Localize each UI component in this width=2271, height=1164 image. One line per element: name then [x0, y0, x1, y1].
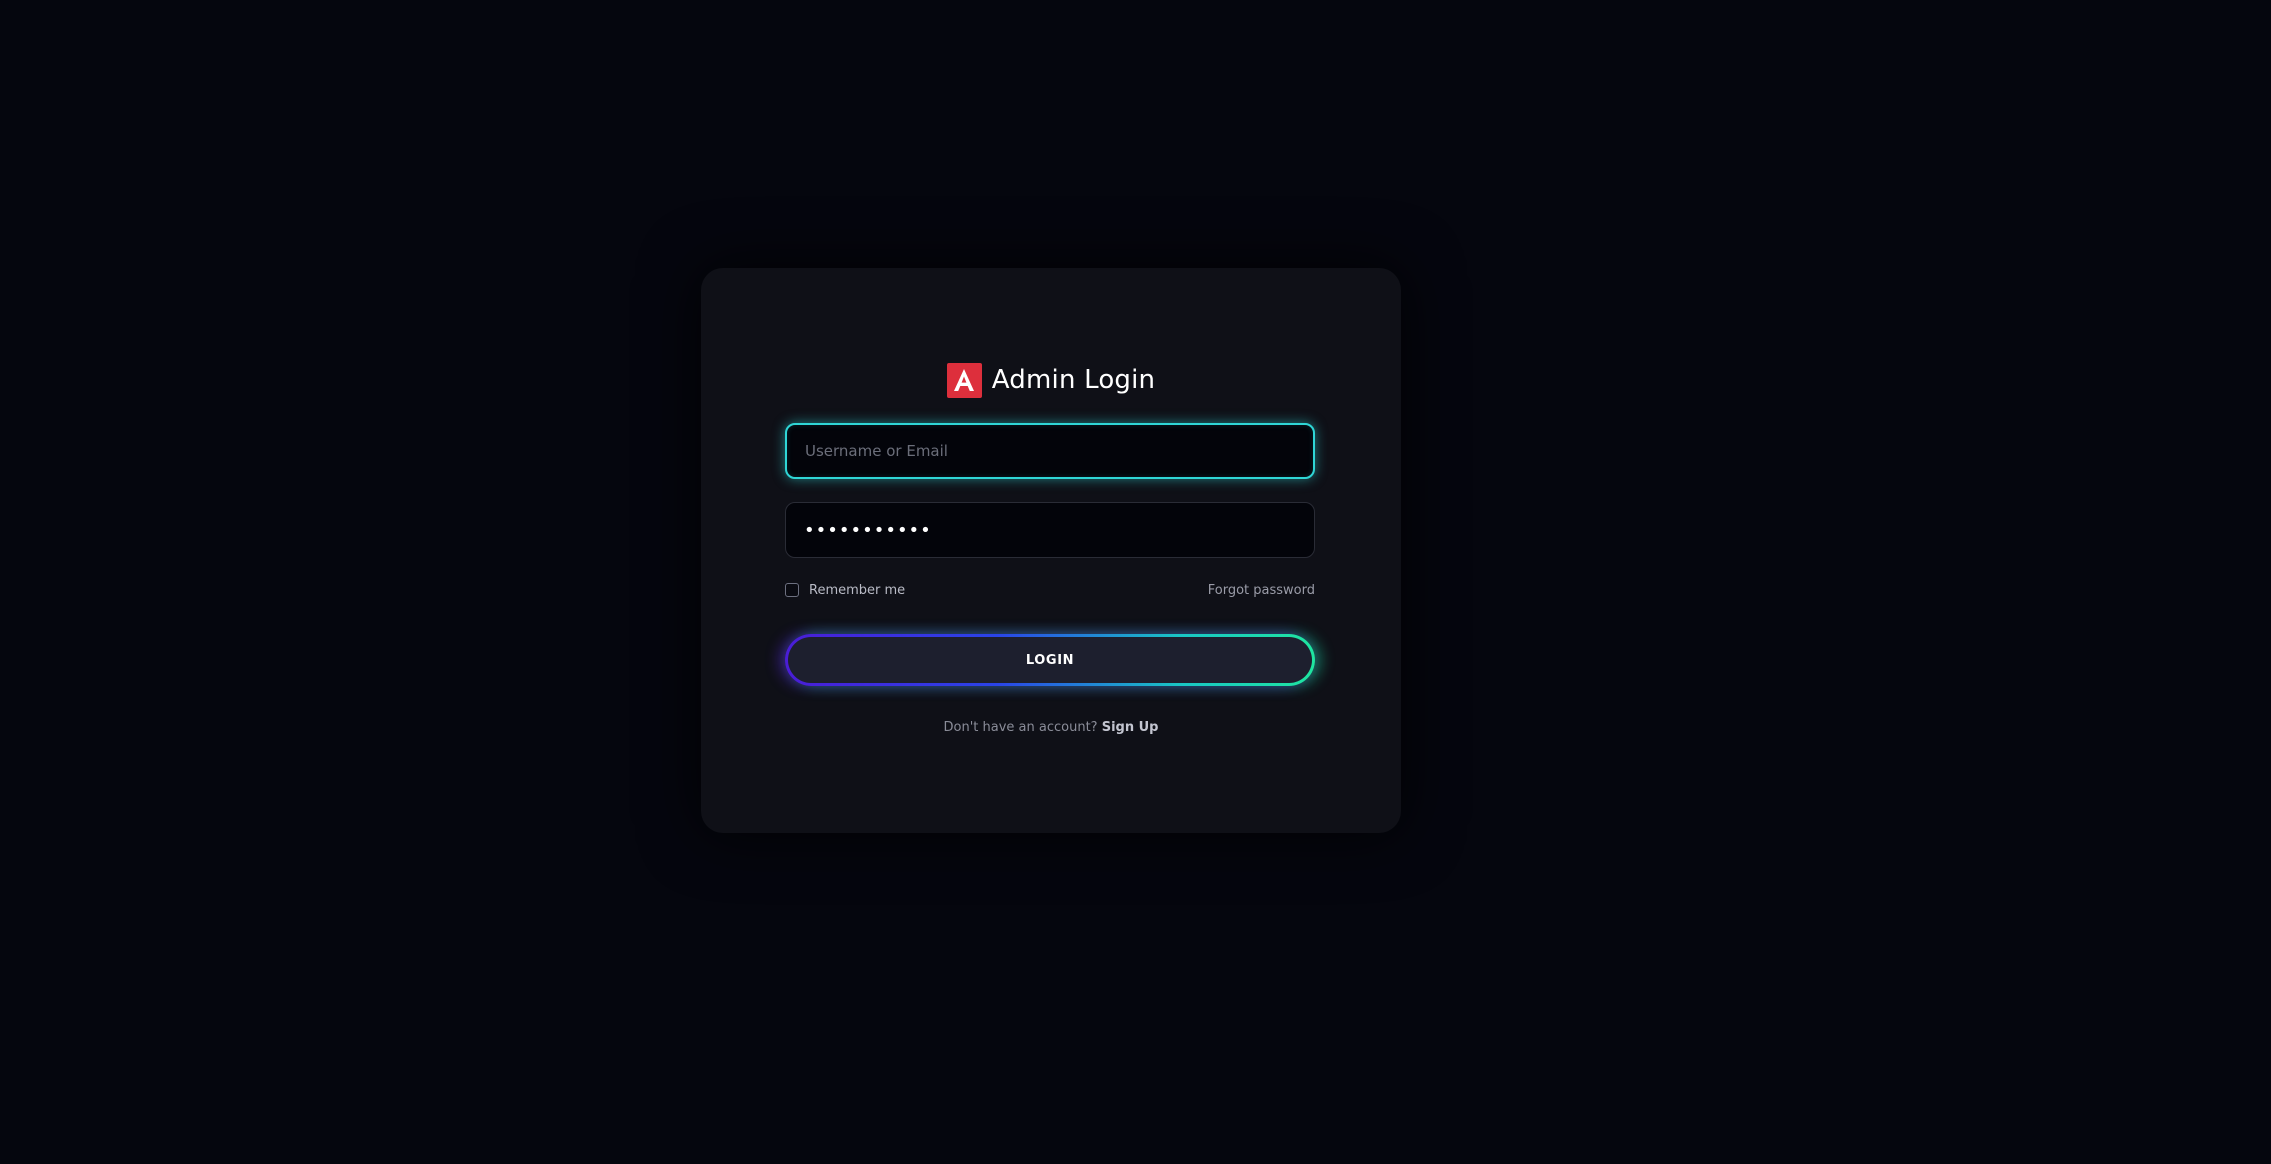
- page-background: Admin Login Remember me Forgot password …: [0, 0, 2271, 1164]
- remember-me-checkbox[interactable]: [785, 583, 799, 597]
- remember-me-label: Remember me: [809, 582, 906, 598]
- remember-me-toggle[interactable]: Remember me: [785, 583, 905, 598]
- signup-prompt-text: Don't have an account?: [943, 720, 1102, 735]
- login-button[interactable]: LOGIN: [785, 634, 1315, 686]
- password-input[interactable]: [785, 502, 1315, 558]
- angular-logo-icon: [946, 362, 982, 398]
- sign-up-link[interactable]: Sign Up: [1102, 720, 1159, 735]
- signup-prompt: Don't have an account? Sign Up: [701, 720, 1401, 735]
- forgot-password-link[interactable]: Forgot password: [1208, 583, 1315, 598]
- login-header: Admin Login: [701, 362, 1401, 398]
- username-input[interactable]: [785, 423, 1315, 479]
- login-card: Admin Login Remember me Forgot password …: [701, 268, 1401, 833]
- login-options: Remember me Forgot password: [785, 580, 1315, 600]
- page-title: Admin Login: [991, 365, 1156, 395]
